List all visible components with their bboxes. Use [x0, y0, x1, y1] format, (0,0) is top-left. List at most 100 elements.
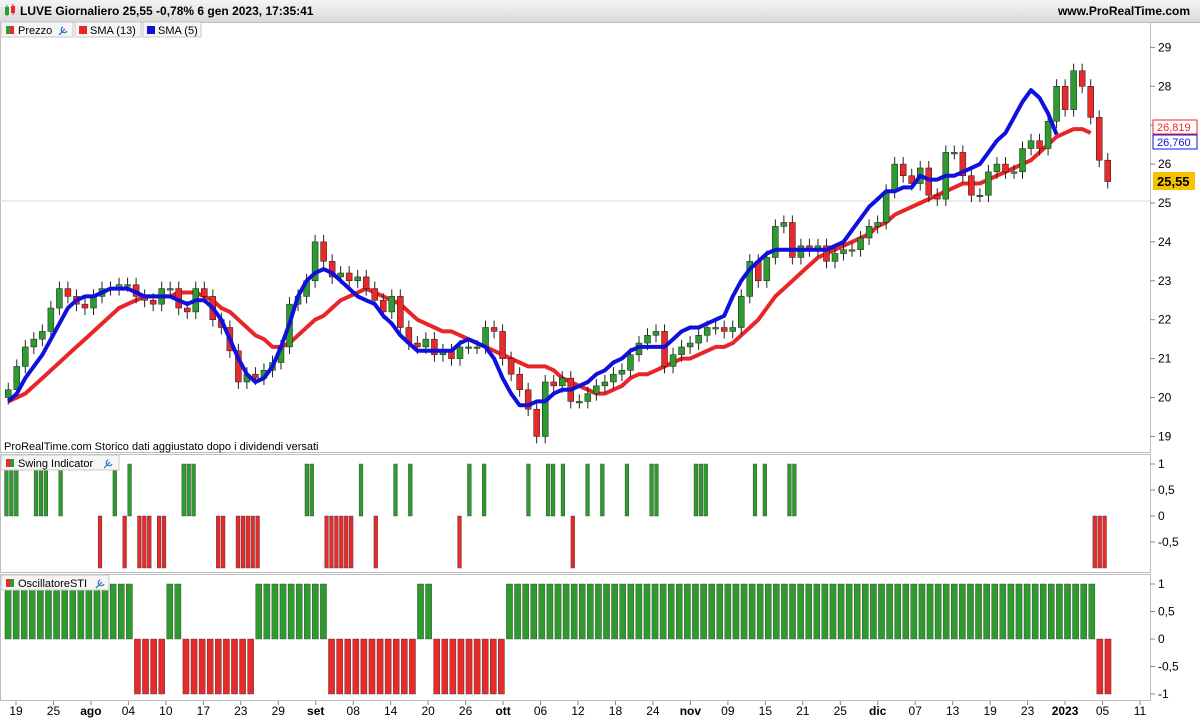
sti-bar	[1072, 583, 1079, 640]
sti-bar	[959, 583, 966, 640]
sti-bar	[781, 583, 788, 640]
sti-bar	[279, 583, 287, 640]
swing-tick-label: 0,5	[1158, 483, 1175, 497]
swing-bar	[408, 463, 413, 517]
candle	[738, 296, 745, 328]
swing-bar	[147, 515, 152, 569]
sti-bar	[304, 583, 311, 640]
candle	[371, 288, 378, 301]
sti-bar	[522, 583, 529, 640]
sti-bar	[805, 583, 812, 640]
candle	[64, 288, 72, 297]
sti-bar	[401, 638, 408, 695]
swing-bar	[792, 463, 797, 517]
swing-bar	[245, 515, 250, 569]
candle	[1087, 86, 1094, 118]
price-legend: Prezzo SMA (13) SMA (5)	[0, 21, 202, 38]
candle	[124, 284, 131, 287]
tag-last-price: 25,55	[1157, 174, 1190, 189]
sti-bar	[862, 583, 869, 640]
sti-bar	[417, 583, 424, 640]
tag-sma5: 26,760	[1157, 137, 1191, 149]
candle	[584, 393, 592, 402]
sti-bar	[45, 583, 52, 640]
candle	[686, 342, 694, 348]
candle	[840, 249, 847, 254]
x-tick-label: 15	[759, 704, 773, 718]
x-tick-label: 13	[946, 704, 960, 718]
sti-bar	[490, 638, 497, 695]
sti-bar	[595, 583, 602, 640]
sma5-path	[6, 88, 1059, 408]
x-tick-label: 05	[1096, 704, 1110, 718]
candle	[184, 307, 191, 313]
swing-bar	[1097, 515, 1102, 569]
candle	[1002, 163, 1009, 173]
sti-bar	[967, 583, 974, 640]
candle	[712, 327, 719, 330]
x-tick-label: set	[307, 704, 324, 718]
candle	[533, 408, 540, 437]
x-tick-label: 23	[1021, 704, 1035, 718]
sti-bar	[756, 583, 764, 640]
candle	[1078, 70, 1086, 87]
candle	[388, 296, 396, 313]
sti-label: OscillatoreSTI	[18, 578, 87, 590]
sti-bar	[740, 583, 748, 640]
candle	[1044, 121, 1052, 149]
sti-bar	[85, 583, 93, 640]
sti-bar	[667, 583, 675, 640]
candle	[1104, 159, 1111, 182]
sti-bar	[651, 583, 659, 640]
sti-bar	[457, 638, 465, 695]
x-tick-label: 25	[834, 704, 848, 718]
swing-panel-frame	[0, 454, 1151, 573]
sti-bar	[1039, 583, 1047, 640]
swing-legend: Swing Indicator	[0, 454, 120, 471]
sti-bar	[635, 583, 643, 640]
swing-bar	[349, 515, 354, 569]
sti-bar	[77, 583, 85, 640]
swing-bar	[4, 463, 9, 517]
candle	[968, 175, 975, 196]
x-tick-label: 11	[1134, 704, 1147, 718]
sti-bar	[1088, 583, 1096, 640]
candle	[627, 354, 634, 371]
legend-sma5: SMA (5)	[158, 25, 198, 37]
sti-bar	[603, 583, 610, 640]
sti-bar	[1104, 638, 1112, 695]
sti-bar	[676, 583, 683, 640]
candle	[397, 296, 404, 328]
sti-bar	[93, 583, 101, 640]
sti-bar	[853, 583, 861, 640]
chart-canvas[interactable]: 1920212223242526272829 10,50-0,5 10,50-0…	[0, 0, 1200, 720]
candle	[780, 222, 788, 227]
sti-bar	[789, 583, 796, 640]
candle	[320, 241, 327, 262]
sti-bar	[878, 583, 885, 640]
price-tick-label: 26	[1158, 157, 1172, 171]
candle	[720, 327, 728, 332]
candle	[499, 331, 506, 359]
swing-bar	[58, 463, 63, 517]
candle	[763, 257, 771, 282]
swing-bar	[112, 463, 117, 517]
swing-bar	[762, 463, 767, 517]
x-tick-label: 21	[796, 704, 810, 718]
sti-bar	[611, 583, 618, 640]
candle	[362, 276, 370, 289]
sti-bar	[870, 583, 877, 640]
legend-price: Prezzo	[18, 25, 52, 37]
sti-bar	[37, 583, 44, 640]
candle	[678, 346, 685, 355]
candle	[550, 381, 557, 387]
x-tick-label: 12	[571, 704, 585, 718]
swing-bar	[127, 463, 132, 517]
candle	[669, 354, 677, 367]
swing-bar	[186, 463, 191, 517]
candle	[934, 194, 941, 200]
candle	[899, 163, 907, 176]
swing-bar	[43, 463, 48, 517]
sti-bar	[12, 583, 20, 640]
sti-tick-label: 1	[1158, 577, 1165, 591]
